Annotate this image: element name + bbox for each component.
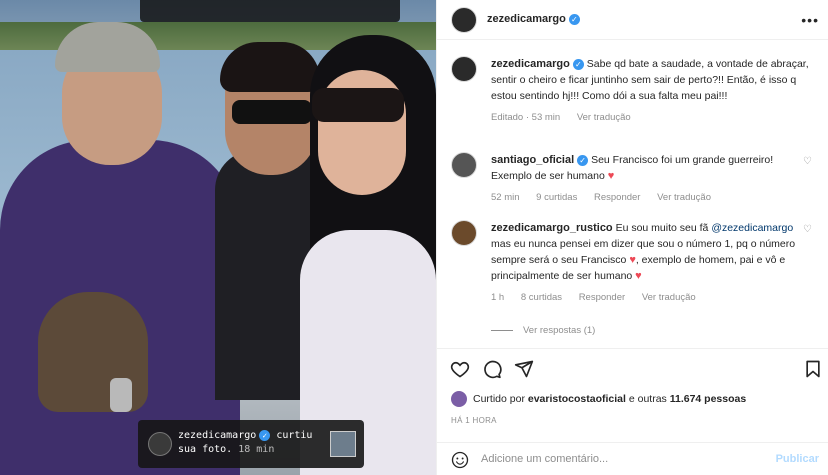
sunglasses: [232, 100, 312, 124]
comment-meta: 1 h 8 curtidas Responder Ver tradução: [491, 290, 809, 306]
liked-by-prefix: Curtido por: [473, 393, 525, 405]
verified-badge-icon: ✓: [259, 429, 271, 441]
comment-likes[interactable]: 9 curtidas: [536, 192, 577, 203]
man-center-hair: [220, 42, 320, 92]
post-sidebar: zezedicamargo ✓ ••• zezedicamargo ✓ Sabe q…: [436, 0, 828, 475]
caption-meta: Editado · 53 min Ver tradução: [491, 110, 809, 126]
comment-body: santiago_oficial ✓ Seu Francisco foi um g…: [491, 152, 809, 206]
comment-likes[interactable]: 8 curtidas: [521, 292, 562, 303]
comment-translate-link[interactable]: Ver tradução: [642, 292, 696, 303]
liked-notification: zezedicamargo ✓ curtiu sua foto. 18 min: [138, 420, 364, 468]
liked-notification-text: zezedicamargo ✓ curtiu sua foto. 18 min: [178, 429, 318, 457]
like-heart-icon[interactable]: [450, 359, 470, 379]
verified-badge-icon: ✓: [568, 13, 580, 25]
view-replies-button[interactable]: Ver respostas (1): [491, 325, 595, 336]
post-photo[interactable]: zezedicamargo ✓ curtiu sua foto. 18 min: [0, 0, 436, 475]
comment-mention-link[interactable]: @zezedicamargo: [711, 222, 793, 234]
comment-text-a: Eu sou muito seu fã: [615, 222, 709, 234]
comment-time: 52 min: [491, 192, 520, 203]
action-bar: [437, 348, 828, 388]
comment-reply-button[interactable]: Responder: [594, 192, 640, 203]
red-heart-icon: ♥: [607, 170, 615, 182]
liked-username: zezedicamargo: [178, 430, 257, 441]
caption-avatar[interactable]: [451, 56, 477, 82]
publish-button[interactable]: Publicar: [776, 453, 819, 465]
comment-meta: 52 min 9 curtidas Responder Ver tradução: [491, 190, 809, 206]
comment-input[interactable]: [481, 449, 761, 469]
save-bookmark-icon[interactable]: [803, 359, 823, 379]
woman-sunglasses: [312, 88, 404, 122]
liked-by-middle: e outras: [628, 393, 667, 405]
wristwatch: [110, 378, 132, 412]
comment-bubble-icon[interactable]: [482, 359, 502, 379]
comment-reply-button[interactable]: Responder: [579, 292, 625, 303]
comment-item: zezedicamargo_rustico Eu sou muito seu f…: [451, 220, 816, 316]
commenter-avatar[interactable]: [451, 220, 477, 246]
commenter-avatar[interactable]: [451, 152, 477, 178]
liked-by-count[interactable]: 11.674 pessoas: [670, 393, 746, 405]
comment-item: santiago_oficial ✓ Seu Francisco foi um g…: [451, 152, 816, 208]
comment-body: zezedicamargo_rustico Eu sou muito seu f…: [491, 220, 809, 306]
liked-time: 18 min: [238, 444, 275, 455]
author-username[interactable]: zezedicamargo: [487, 13, 566, 25]
post-time: HÁ 1 HORA: [451, 416, 497, 425]
comment-composer: Publicar: [437, 442, 828, 475]
emoji-icon[interactable]: [451, 451, 469, 469]
caption-body: zezedicamargo ✓ Sabe qd bate a saudade, a…: [491, 56, 809, 126]
photo-top-overlay: [140, 0, 400, 22]
red-heart-icon: ♥: [635, 270, 642, 282]
comment-translate-link[interactable]: Ver tradução: [657, 192, 711, 203]
post-header: zezedicamargo ✓ •••: [437, 0, 828, 40]
caption-username[interactable]: zezedicamargo: [491, 58, 570, 70]
view-replies-label[interactable]: Ver respostas (1): [523, 325, 595, 336]
comment-username[interactable]: santiago_oficial: [491, 154, 574, 166]
caption-edited: Editado · 53 min: [491, 112, 561, 123]
liker-avatar[interactable]: [451, 391, 467, 407]
more-options-icon[interactable]: •••: [801, 12, 819, 28]
comment-time: 1 h: [491, 292, 505, 303]
comment-username[interactable]: zezedicamargo_rustico: [491, 222, 613, 234]
share-paper-plane-icon[interactable]: [514, 359, 534, 379]
replies-divider: [491, 329, 513, 331]
likes-text: Curtido por evaristocostaoficial e outra…: [473, 393, 813, 405]
caption-translate-link[interactable]: Ver tradução: [577, 112, 631, 123]
liked-by-user[interactable]: evaristocostaoficial: [528, 393, 626, 405]
caption: zezedicamargo ✓ Sabe qd bate a saudade, a…: [451, 56, 816, 136]
photo-thumbnail: [330, 431, 356, 457]
verified-badge-icon: ✓: [572, 58, 584, 70]
heart-outline-icon[interactable]: ♡: [803, 156, 812, 167]
heart-outline-icon[interactable]: ♡: [803, 224, 812, 235]
author-avatar[interactable]: [451, 7, 477, 33]
author-name[interactable]: zezedicamargo ✓: [487, 13, 580, 25]
verified-badge-icon: ✓: [577, 154, 589, 166]
avatar: [148, 432, 172, 456]
